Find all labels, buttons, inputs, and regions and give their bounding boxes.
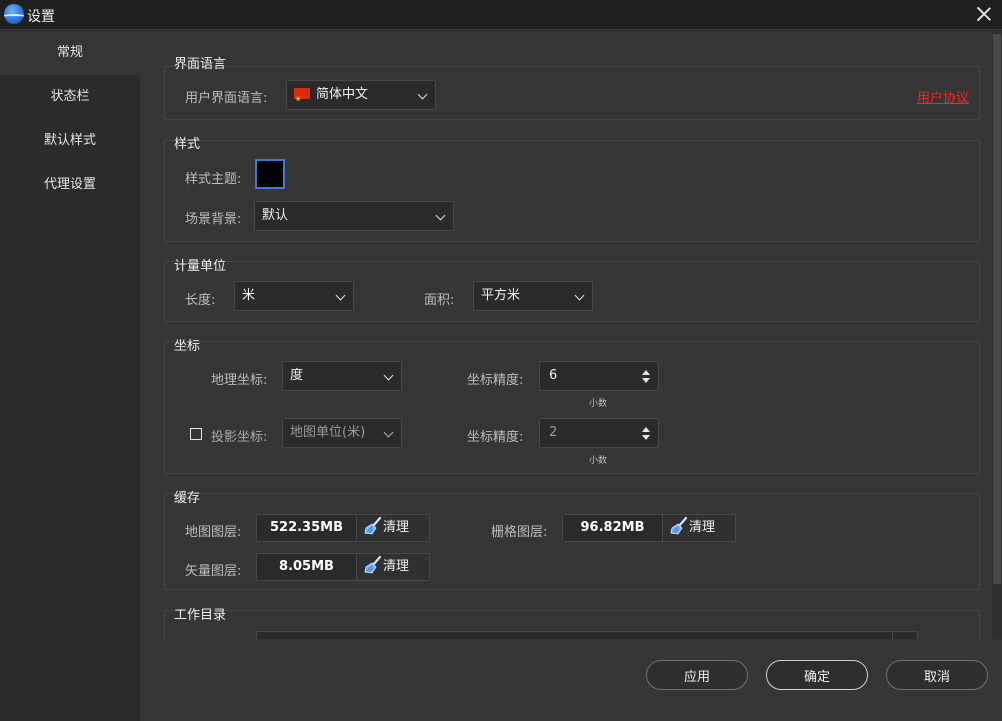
broom-icon [364, 516, 382, 534]
workdir-group-title: 工作目录 [174, 608, 227, 623]
close-icon[interactable] [974, 4, 994, 24]
window-title: 设置 [27, 9, 55, 25]
units-group-title: 计量单位 [174, 259, 227, 274]
style-theme-swatch[interactable] [255, 159, 285, 189]
chevron-down-icon [574, 290, 585, 301]
projected-coordinate-checkbox[interactable] [190, 428, 202, 440]
map-layer-cache-box: 522.35MB 清理 [256, 514, 430, 542]
style-theme-label: 样式主题: [185, 172, 242, 187]
geo-coordinate-dropdown[interactable]: 度 [282, 361, 402, 391]
language-group-title: 界面语言 [174, 57, 227, 72]
apply-button[interactable]: 应用 [646, 660, 748, 690]
china-flag-icon [294, 85, 310, 113]
geo-precision-hint: 小数 [589, 399, 608, 409]
settings-scroll-area: 界面语言 用户界面语言: 简体中文 用户协议 样式 样式主题: 场景背景: 默认… [140, 31, 992, 639]
proj-precision-hint: 小数 [589, 456, 608, 466]
area-unit-dropdown[interactable]: 平方米 [473, 281, 593, 311]
raster-layer-cache-box: 96.82MB 清理 [562, 514, 736, 542]
broom-icon [364, 555, 382, 573]
vector-layer-cache-label: 矢量图层: [185, 564, 242, 579]
spin-down-icon[interactable] [642, 378, 650, 383]
scene-background-value: 默认 [262, 208, 289, 223]
scene-background-label: 场景背景: [185, 212, 242, 227]
proj-precision-value: 2 [549, 425, 558, 440]
spin-down-icon[interactable] [642, 435, 650, 440]
vector-layer-cache-box: 8.05MB 清理 [256, 553, 430, 581]
broom-icon [670, 516, 688, 534]
app-logo-icon [4, 4, 24, 24]
vector-layer-clear-button[interactable]: 清理 [357, 554, 429, 580]
ui-language-label: 用户界面语言: [185, 91, 268, 106]
chevron-down-icon [417, 89, 428, 100]
ui-language-dropdown[interactable]: 简体中文 [286, 80, 436, 113]
ui-language-value: 简体中文 [316, 87, 369, 102]
workdir-path-input[interactable] [256, 631, 894, 639]
area-unit-value: 平方米 [481, 288, 521, 303]
scrollbar-thumb[interactable] [993, 34, 1001, 584]
coordinates-group-title: 坐标 [174, 339, 201, 354]
settings-scrollbar[interactable] [992, 31, 1002, 639]
settings-content: 界面语言 用户界面语言: 简体中文 用户协议 样式 样式主题: 场景背景: 默认… [140, 31, 1002, 721]
chevron-down-icon [383, 427, 394, 438]
chevron-down-icon [435, 210, 446, 221]
user-agreement-link[interactable]: 用户协议 [917, 87, 969, 106]
vector-layer-cache-size: 8.05MB [257, 554, 357, 580]
map-layer-clear-button[interactable]: 清理 [357, 515, 429, 541]
sidebar-item-proxy[interactable]: 代理设置 [0, 163, 140, 207]
title-bar: 设置 [0, 0, 1002, 30]
area-label: 面积: [424, 293, 455, 308]
sidebar-item-statusbar[interactable]: 状态栏 [0, 75, 140, 119]
length-unit-dropdown[interactable]: 米 [234, 281, 354, 311]
chevron-down-icon [335, 290, 346, 301]
length-label: 长度: [185, 293, 216, 308]
geo-precision-label: 坐标精度: [467, 373, 524, 388]
projected-coordinate-dropdown[interactable]: 地图单位(米) [282, 418, 402, 448]
clear-label: 清理 [689, 520, 716, 535]
map-layer-cache-label: 地图图层: [185, 525, 242, 540]
spin-up-icon[interactable] [642, 370, 650, 375]
style-group-title: 样式 [174, 137, 201, 152]
proj-precision-spinbox[interactable]: 2 [539, 418, 659, 448]
cache-group-title: 缓存 [174, 491, 201, 506]
workdir-browse-button[interactable] [892, 631, 918, 639]
projected-coordinate-label: 投影坐标: [211, 430, 268, 445]
geo-precision-value: 6 [549, 368, 558, 383]
ok-button[interactable]: 确定 [766, 660, 868, 690]
scene-background-dropdown[interactable]: 默认 [254, 201, 454, 231]
length-unit-value: 米 [242, 288, 256, 303]
raster-layer-cache-size: 96.82MB [563, 515, 663, 541]
projected-coordinate-value: 地图单位(米) [290, 425, 366, 440]
spin-up-icon[interactable] [642, 427, 650, 432]
geo-coordinate-value: 度 [290, 368, 304, 383]
clear-label: 清理 [383, 559, 410, 574]
geo-precision-spinbox[interactable]: 6 [539, 361, 659, 391]
cancel-button[interactable]: 取消 [886, 660, 988, 690]
geo-coordinate-label: 地理坐标: [211, 373, 268, 388]
sidebar-item-general[interactable]: 常规 [0, 31, 140, 75]
sidebar: 常规 状态栏 默认样式 代理设置 [0, 31, 140, 721]
chevron-down-icon [383, 370, 394, 381]
clear-label: 清理 [383, 520, 410, 535]
raster-layer-clear-button[interactable]: 清理 [663, 515, 735, 541]
raster-layer-cache-label: 栅格图层: [491, 525, 548, 540]
map-layer-cache-size: 522.35MB [257, 515, 357, 541]
proj-precision-label: 坐标精度: [467, 430, 524, 445]
sidebar-item-default-style[interactable]: 默认样式 [0, 119, 140, 163]
